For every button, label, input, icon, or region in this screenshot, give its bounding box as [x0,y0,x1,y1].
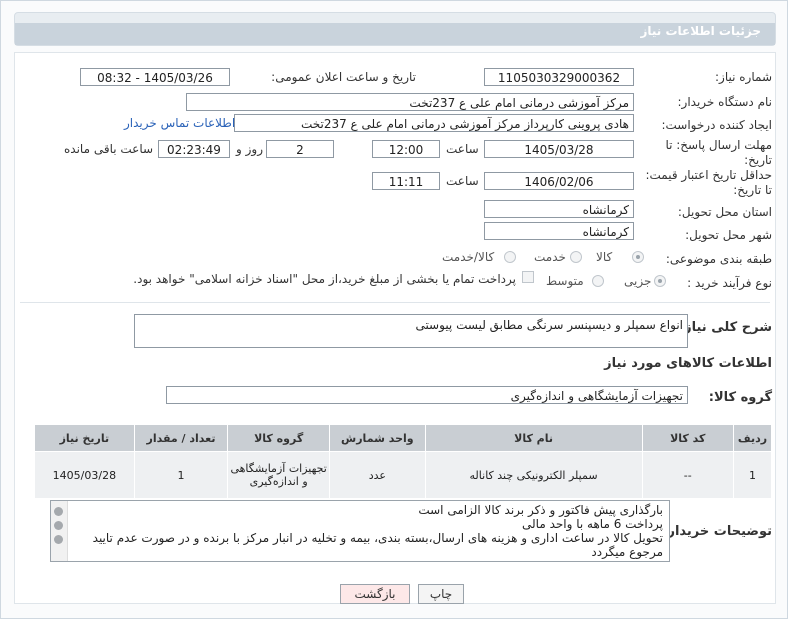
announce-label: تاریخ و ساعت اعلان عمومی: [271,70,416,84]
buyer-contact-link[interactable]: اطلاعات تماس خریدار [124,116,235,130]
process-radio-medium[interactable] [592,275,604,287]
need-number-field: 1105030329000362 [484,68,634,86]
scroll-thumb[interactable] [54,521,63,530]
province-label: استان محل تحویل: [677,205,772,219]
goods-table-header: ردیف کد کالا نام کالا واحد شمارش گروه کا… [34,424,773,452]
requester-field: هادی پروینی کارپرداز مرکز آموزشی درمانی … [234,114,634,132]
col-group: گروه کالا [227,424,331,452]
category-option-goods: کالا [596,250,613,264]
process-radio-minor[interactable] [654,275,666,287]
notes-line-3: تحویل کالا در ساعت اداری و هزینه های ارس… [92,531,663,559]
category-radio-goods[interactable] [632,251,644,263]
cell-group: تجهیزات آزمایشگاهی و اندازه‌گیری [227,451,331,499]
scroll-up-handle[interactable] [54,507,63,516]
days-field: 2 [266,140,334,158]
col-code: کد کالا [641,424,734,452]
deadline-time-label: ساعت [446,142,479,156]
goods-group-field: تجهیزات آزمایشگاهی و اندازه‌گیری [166,386,688,404]
category-radio-service[interactable] [570,251,582,263]
print-button[interactable]: چاپ [418,584,464,604]
days-label: روز و [236,142,263,156]
col-row: ردیف [732,424,773,452]
process-option-minor: جزیی [624,274,652,288]
cell-row: 1 [732,451,773,499]
col-name: نام کالا [424,424,643,452]
process-label: نوع فرآیند خرید : [687,276,772,290]
page-title: جزئیات اطلاعات نیاز [640,24,761,38]
col-unit: واحد شمارش [329,424,426,452]
notes-label: توضیحات خریدار: [662,524,772,539]
category-radio-both[interactable] [504,251,516,263]
deadline-time-field: 12:00 [372,140,440,158]
buyer-org-label: نام دستگاه خریدار: [677,95,773,109]
notes-scrollbar[interactable] [51,501,68,561]
table-row: 1 -- سمپلر الکترونیکی چند کاناله عدد تجه… [34,451,773,499]
city-field: کرمانشاه [484,222,634,240]
deadline-label: مهلت ارسال پاسخ: تا تاریخ: [665,138,772,167]
goods-section-title: اطلاعات کالاهای مورد نیاز [604,356,772,371]
cell-qty: 1 [133,451,229,499]
province-field: کرمانشاه [484,200,634,218]
price-date-field: 1406/02/06 [484,172,634,190]
notes-text: بارگذاری پیش فاکتور و ذکر برند کالا الزا… [73,503,663,559]
process-option-medium: متوسط [546,274,584,288]
requester-label: ایجاد کننده درخواست: [661,118,772,132]
cell-code: -- [641,451,734,499]
notes-line-1: بارگذاری پیش فاکتور و ذکر برند کالا الزا… [418,503,663,517]
category-label: طبقه بندی موضوعی: [665,252,772,266]
price-time-field: 11:11 [372,172,440,190]
summary-field: انواع سمپلر و دیسپنسر سرنگی مطابق لیست پ… [134,314,688,348]
buyer-org-field: مرکز آموزشی درمانی امام علی ع 237تخت [186,93,634,111]
divider [20,302,770,303]
back-button[interactable]: بازگشت [340,584,410,604]
notes-box: بارگذاری پیش فاکتور و ذکر برند کالا الزا… [50,500,670,562]
col-qty: تعداد / مقدار [133,424,229,452]
price-validity-label: حداقل تاریخ اعتبار قیمت: تا تاریخ: [645,168,772,197]
title-bar: جزئیات اطلاعات نیاز [14,12,776,46]
price-time-label: ساعت [446,174,479,188]
city-label: شهر محل تحویل: [685,228,772,242]
summary-label: شرح کلی نیاز: [678,320,772,335]
announce-field: 1405/03/26 - 08:32 [80,68,230,86]
goods-group-label: گروه کالا: [708,390,772,405]
remaining-label: ساعت باقی مانده [64,142,154,156]
cell-name: سمپلر الکترونیکی چند کاناله [424,451,643,499]
goods-table: ردیف کد کالا نام کالا واحد شمارش گروه کا… [34,424,773,499]
remaining-time-field: 02:23:49 [158,140,230,158]
col-date: تاریخ نیاز [34,424,135,452]
treasury-payment-note: پرداخت تمام یا بخشی از مبلغ خرید،از محل … [133,272,516,286]
deadline-date-field: 1405/03/28 [484,140,634,158]
category-option-both: کالا/خدمت [442,250,495,264]
scroll-down-handle[interactable] [54,535,63,544]
cell-date: 1405/03/28 [34,451,135,499]
treasury-payment-checkbox[interactable] [522,271,534,283]
need-number-label: شماره نیاز: [715,70,772,84]
category-option-service: خدمت [534,250,566,264]
cell-unit: عدد [329,451,426,499]
notes-line-2: پرداخت 6 ماهه با واحد مالی [522,517,663,531]
